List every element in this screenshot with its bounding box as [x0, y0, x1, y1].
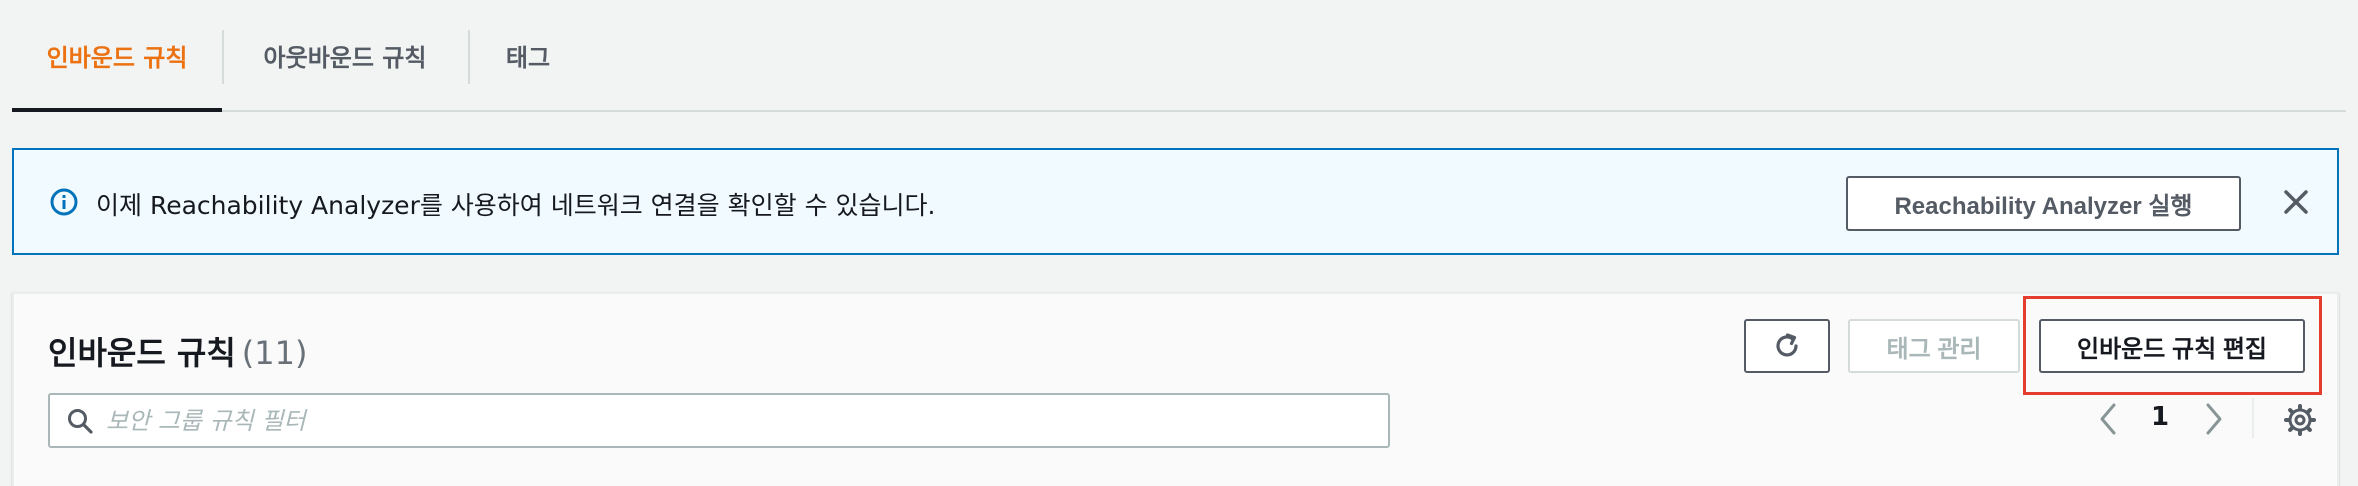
manage-tags-button: 태그 관리	[1848, 319, 2020, 373]
flash-message: 이제 Reachability Analyzer를 사용하여 네트워크 연결을 …	[96, 191, 936, 220]
tab-tags[interactable]: 태그	[468, 0, 588, 110]
run-reachability-analyzer-button[interactable]: Reachability Analyzer 실행	[1846, 176, 2241, 231]
close-icon[interactable]	[2282, 188, 2310, 216]
chevron-left-icon[interactable]	[2094, 401, 2122, 437]
panel-title: 인바운드 규칙 (11)	[48, 328, 307, 374]
search-input[interactable]	[106, 399, 1376, 443]
tab-inbound-rules[interactable]: 인바운드 규칙	[12, 0, 222, 112]
gear-icon[interactable]	[2284, 404, 2316, 436]
rule-count: (11)	[241, 334, 308, 372]
panel-title-text: 인바운드 규칙	[48, 334, 236, 372]
tab-outbound-rules[interactable]: 아웃바운드 규칙	[222, 0, 468, 110]
inbound-rules-panel: 인바운드 규칙(11) 태그 관리 인바운드 규칙 편집 1	[12, 292, 2339, 486]
refresh-icon	[1776, 333, 1798, 357]
current-page-number[interactable]: 1	[2151, 402, 2169, 432]
search-field[interactable]	[48, 393, 1390, 448]
refresh-button[interactable]	[1744, 319, 1830, 373]
edit-inbound-rules-button[interactable]: 인바운드 규칙 편집	[2039, 319, 2305, 373]
chevron-right-icon[interactable]	[2200, 401, 2228, 437]
tab-bar: 인바운드 규칙 아웃바운드 규칙 태그	[12, 0, 2346, 112]
search-icon	[68, 409, 93, 434]
pager-divider	[2252, 398, 2254, 438]
info-flashbar: 이제 Reachability Analyzer를 사용하여 네트워크 연결을 …	[12, 148, 2339, 255]
info-icon	[50, 188, 78, 216]
